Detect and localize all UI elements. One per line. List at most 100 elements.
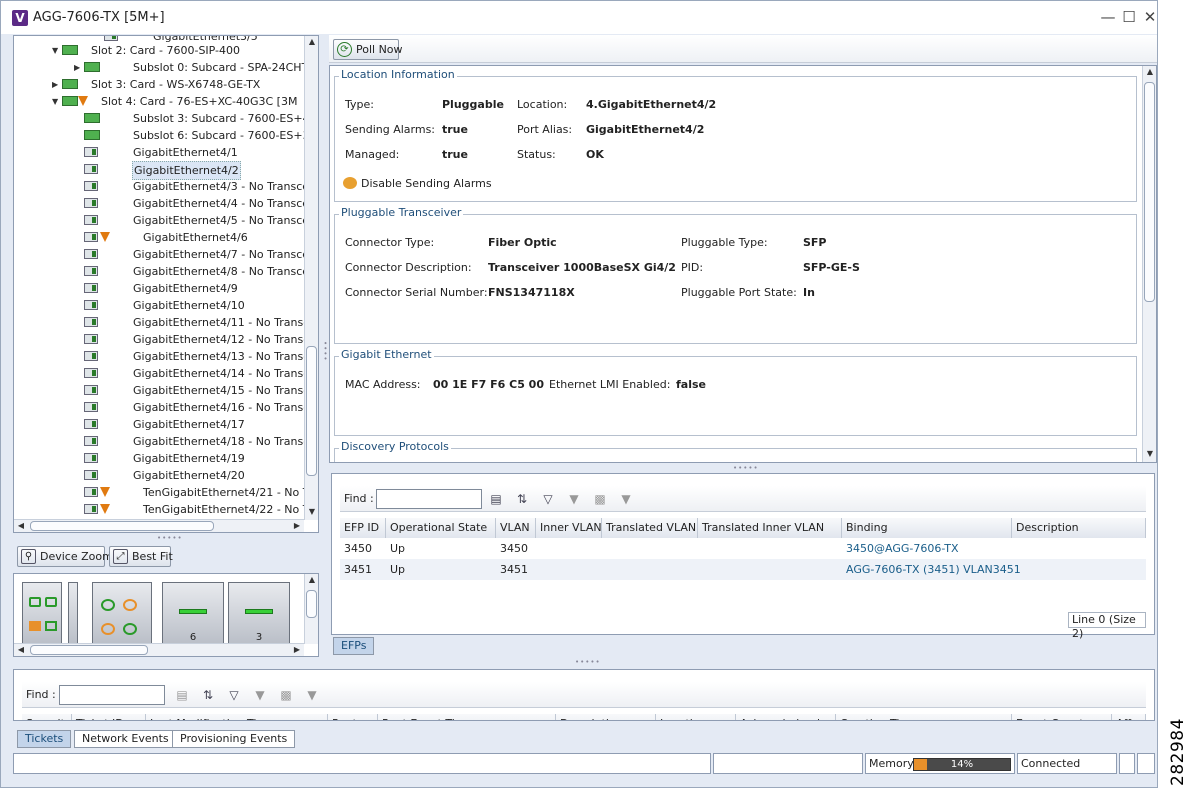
tree-node[interactable]: TenGigabitEthernet4/21 - No Tra (14, 484, 318, 501)
column-header[interactable]: EFP ID (340, 518, 386, 538)
sort-icon[interactable]: ⇅ (200, 687, 216, 703)
splitter-handle[interactable]: ••••• (575, 658, 601, 666)
detail-vertical-scrollbar[interactable]: ▲ ▼ (1142, 66, 1156, 462)
tree-node[interactable]: GigabitEthernet4/12 - No Transc (14, 331, 309, 348)
tree-node[interactable]: GigabitEthernet4/18 - No Transc (14, 433, 309, 450)
column-header[interactable]: Location (656, 714, 736, 720)
scroll-thumb[interactable] (30, 645, 148, 655)
tree-node[interactable]: GigabitEthernet4/10 (14, 297, 304, 314)
tree-node[interactable]: Subslot 6: Subcard - 7600-ES+3 (14, 127, 310, 144)
tree-node[interactable]: GigabitEthernet4/13 - No Transc (14, 348, 309, 365)
splitter-handle[interactable]: •••• (321, 341, 329, 362)
minimize-icon[interactable]: — (1099, 8, 1117, 26)
table-settings-icon[interactable]: ▩ (278, 687, 294, 703)
scroll-left-icon[interactable]: ◀ (14, 644, 28, 656)
tree-node[interactable]: GigabitEthernet4/16 - No Transc (14, 399, 309, 416)
clear-filter-icon[interactable]: ▼ (618, 491, 634, 507)
tree-vertical-scrollbar[interactable]: ▲ ▼ (304, 36, 318, 520)
column-header[interactable]: Acknowledged (736, 714, 836, 720)
device-zoom-button[interactable]: ⚲ Device Zoom (17, 546, 113, 567)
tree-node[interactable]: GigabitEthernet4/17 (14, 416, 304, 433)
column-header[interactable]: Root Event Time (378, 714, 556, 720)
column-header[interactable]: Description (1012, 518, 1146, 538)
column-header[interactable]: Description (556, 714, 656, 720)
collapse-icon[interactable]: ▼ (52, 93, 62, 110)
disable-sending-alarms-link[interactable]: Disable Sending Alarms (343, 177, 492, 190)
device-chassis-view[interactable]: 6 3 ▲ ◀ ▶ (13, 573, 319, 657)
column-header[interactable]: Aff (1112, 714, 1146, 720)
scroll-down-icon[interactable]: ▼ (1143, 448, 1156, 460)
tree-node[interactable]: GigabitEthernet4/7 - No Transce (14, 246, 309, 263)
tree-node[interactable]: TenGigabitEthernet4/22 - No Tra (14, 501, 318, 518)
tree-node[interactable]: GigabitEthernet4/11 - No Transc (14, 314, 309, 331)
column-header[interactable]: Translated Inner VLAN (698, 518, 842, 538)
scroll-thumb[interactable] (1144, 82, 1155, 302)
splitter-handle[interactable]: ••••• (157, 534, 183, 542)
column-header[interactable]: Binding (842, 518, 1012, 538)
export-icon[interactable]: ▤ (174, 687, 190, 703)
scroll-up-icon[interactable]: ▲ (1143, 66, 1156, 78)
chassis-slot-6[interactable]: 6 (162, 582, 224, 646)
scroll-thumb[interactable] (306, 346, 317, 476)
scroll-thumb[interactable] (306, 590, 317, 618)
tree-node[interactable]: GigabitEthernet4/5 - No Transce (14, 212, 309, 229)
events-find-input[interactable] (59, 685, 165, 705)
tab-efps[interactable]: EFPs (333, 637, 375, 655)
column-header[interactable]: Severity (22, 714, 72, 720)
efp-find-input[interactable] (376, 489, 482, 509)
table-row[interactable]: 3450 Up 3450 3450@AGG-7606-TX (340, 538, 1146, 559)
tree-horizontal-scrollbar[interactable]: ◀ ▶ (14, 519, 304, 532)
binding-link[interactable]: AGG-7606-TX (3451) VLAN3451 (842, 559, 1021, 580)
tree-node[interactable]: GigabitEthernet4/1 (14, 144, 304, 161)
tree-node[interactable]: GigabitEthernet4/8 - No Transce (14, 263, 309, 280)
tree-node[interactable]: Subslot 3: Subcard - 7600-ES+4 (14, 110, 310, 127)
tree-node[interactable]: GigabitEthernet4/3 - No Transce (14, 178, 309, 195)
tree-node[interactable]: ▼ Slot 2: Card - 7600-SIP-400 (14, 42, 304, 59)
column-header[interactable]: Operational State (386, 518, 496, 538)
table-settings-icon[interactable]: ▩ (592, 491, 608, 507)
column-header[interactable]: Inner VLAN (536, 518, 602, 538)
clear-filter-icon[interactable]: ▼ (304, 687, 320, 703)
column-header[interactable]: Event Count (1012, 714, 1112, 720)
tree-node[interactable]: ▼ Slot 4: Card - 76-ES+XC-40G3C [3M (14, 93, 304, 110)
sort-icon[interactable]: ⇅ (514, 491, 530, 507)
chassis-slot-3[interactable]: 3 (228, 582, 290, 646)
scroll-down-icon[interactable]: ▼ (305, 506, 318, 518)
tree-node[interactable]: GigabitEthernet4/20 (14, 467, 304, 484)
scroll-thumb[interactable] (30, 521, 214, 531)
binding-link[interactable]: 3450@AGG-7606-TX (842, 538, 959, 559)
splitter-handle[interactable]: ••••• (733, 464, 759, 472)
inventory-tree[interactable]: GigabitEthernet3/5 ▼ Slot 2: Card - 7600-S… (13, 35, 319, 533)
tree-node[interactable]: ▶ Subslot 0: Subcard - SPA-24CHT (14, 59, 308, 76)
maximize-icon[interactable]: ☐ (1120, 8, 1138, 26)
close-icon[interactable]: ✕ (1141, 8, 1157, 26)
collapse-icon[interactable]: ▼ (52, 42, 62, 59)
advanced-filter-icon[interactable]: ▼ (566, 491, 582, 507)
tree-node[interactable]: GigabitEthernet4/19 (14, 450, 304, 467)
table-row[interactable]: 3451 Up 3451 AGG-7606-TX (3451) VLAN3451 (340, 559, 1146, 580)
tree-node[interactable]: GigabitEthernet4/6 (14, 229, 304, 246)
tree-node[interactable]: GigabitEthernet4/9 (14, 280, 304, 297)
tab-tickets[interactable]: Tickets (17, 730, 72, 748)
tab-provisioning-events[interactable]: Provisioning Events (172, 730, 296, 748)
column-header[interactable]: Translated VLAN (602, 518, 698, 538)
column-header[interactable]: Ticket ID (72, 714, 146, 720)
chassis-slot[interactable] (22, 582, 62, 646)
tree-node[interactable]: GigabitEthernet4/14 - No Transc (14, 365, 309, 382)
best-fit-button[interactable]: ⤢ Best Fit (109, 546, 173, 567)
tree-node[interactable]: ▶ Slot 3: Card - WS-X6748-GE-TX (14, 76, 304, 93)
scroll-up-icon[interactable]: ▲ (305, 36, 318, 48)
filter-icon[interactable]: ▽ (226, 687, 242, 703)
filter-icon[interactable]: ▽ (540, 491, 556, 507)
scroll-left-icon[interactable]: ◀ (14, 520, 28, 532)
column-header[interactable]: Creation Time (836, 714, 1012, 720)
device-view-horizontal-scrollbar[interactable]: ◀ ▶ (14, 643, 304, 656)
export-icon[interactable]: ▤ (488, 491, 504, 507)
poll-now-button[interactable]: ⟳ Poll Now (333, 39, 403, 60)
tree-node[interactable]: GigabitEthernet4/2 (14, 161, 304, 180)
tree-node[interactable]: GigabitEthernet4/15 - No Transc (14, 382, 309, 399)
tree-node[interactable]: GigabitEthernet4/4 - No Transce (14, 195, 309, 212)
column-header[interactable]: VLAN (496, 518, 536, 538)
chassis-slot[interactable] (92, 582, 152, 646)
scroll-up-icon[interactable]: ▲ (305, 574, 318, 586)
